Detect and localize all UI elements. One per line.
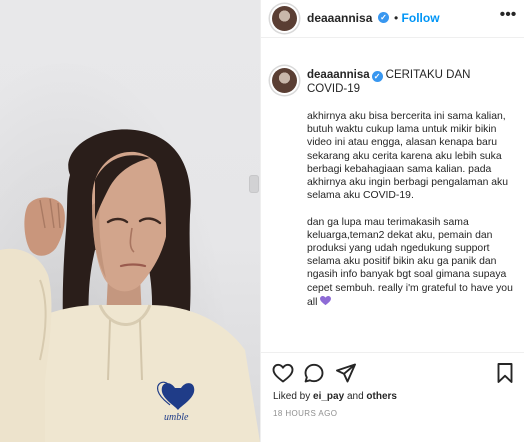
caption-header: deaaannisa ✓ CERITAKU DAN COVID-19 bbox=[307, 68, 512, 96]
heart-icon[interactable] bbox=[271, 361, 295, 385]
comments-area[interactable]: deaaannisa ✓ CERITAKU DAN COVID-19 akhirny… bbox=[261, 38, 524, 352]
comment-icon[interactable] bbox=[302, 361, 326, 385]
caption-avatar[interactable] bbox=[272, 68, 297, 93]
bookmark-icon[interactable] bbox=[493, 361, 517, 385]
follow-button[interactable]: • Follow bbox=[394, 11, 440, 25]
liked-by-prefix: Liked by bbox=[273, 391, 311, 402]
verified-badge-icon: ✓ bbox=[378, 12, 389, 23]
liked-by-and: and bbox=[346, 391, 364, 402]
post-timestamp[interactable]: 18 HOURS AGO bbox=[273, 409, 337, 418]
avatar[interactable] bbox=[272, 6, 297, 31]
post-actions: Liked by ei_pay and others 18 HOURS AGO bbox=[261, 352, 524, 442]
post-header: deaaannisa ✓ • Follow ••• bbox=[261, 0, 524, 38]
post-media[interactable]: umble bbox=[0, 0, 260, 442]
more-options-icon[interactable]: ••• bbox=[498, 5, 518, 25]
hoodie-logo-text: umble bbox=[164, 412, 189, 423]
header-username[interactable]: deaaannisa bbox=[307, 11, 372, 25]
caption-text: akhirnya aku bisa bercerita ini sama kal… bbox=[307, 110, 515, 309]
post-panel: deaaannisa ✓ • Follow ••• deaaannisa ✓ CER… bbox=[260, 0, 524, 442]
liked-by-others[interactable]: others bbox=[366, 391, 397, 402]
caption-username[interactable]: deaaannisa bbox=[307, 69, 370, 81]
liked-by-user[interactable]: ei_pay bbox=[313, 391, 344, 402]
share-icon[interactable] bbox=[334, 361, 358, 385]
caption-body-text: akhirnya aku bisa bercerita ini sama kal… bbox=[307, 111, 513, 308]
person-illustration: umble bbox=[0, 129, 260, 442]
follow-separator: • bbox=[394, 11, 399, 25]
purple-heart-icon bbox=[320, 295, 332, 305]
verified-badge-icon: ✓ bbox=[371, 71, 383, 82]
liked-by-line: Liked by ei_pay and others bbox=[273, 391, 397, 402]
follow-label: Follow bbox=[401, 11, 440, 25]
